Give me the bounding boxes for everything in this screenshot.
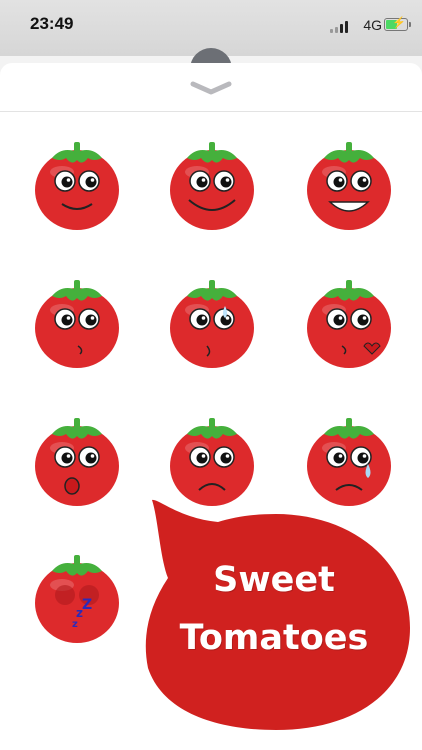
promo-title-line2: Tomatoes	[179, 618, 369, 658]
tomato-laugh-sticker[interactable]	[304, 138, 394, 234]
tomato-smirk-sticker[interactable]	[32, 276, 122, 372]
signal-icon	[330, 21, 350, 33]
speech-bubble	[145, 499, 410, 730]
battery-icon: ⚡	[384, 17, 411, 31]
tomato-grin-sticker[interactable]	[167, 138, 257, 234]
divider	[0, 111, 422, 112]
network-label: 4G	[363, 17, 382, 33]
promo-title-line1: Sweet	[213, 560, 335, 600]
tomato-sweat-sticker[interactable]	[167, 276, 257, 372]
tomato-kiss-sticker[interactable]	[304, 276, 394, 372]
status-time: 23:49	[30, 14, 74, 33]
tomato-smile-sticker[interactable]	[32, 138, 122, 234]
svg-text:z: z	[72, 619, 78, 630]
chevron-down-icon[interactable]	[190, 81, 232, 95]
tomato-crying-sticker[interactable]	[304, 414, 394, 510]
svg-text:Z: Z	[82, 597, 92, 613]
tomato-sleeping-sticker[interactable]: zZz	[32, 551, 122, 647]
tomato-surprised-sticker[interactable]	[32, 414, 122, 510]
tomato-sad-sticker[interactable]	[167, 414, 257, 510]
